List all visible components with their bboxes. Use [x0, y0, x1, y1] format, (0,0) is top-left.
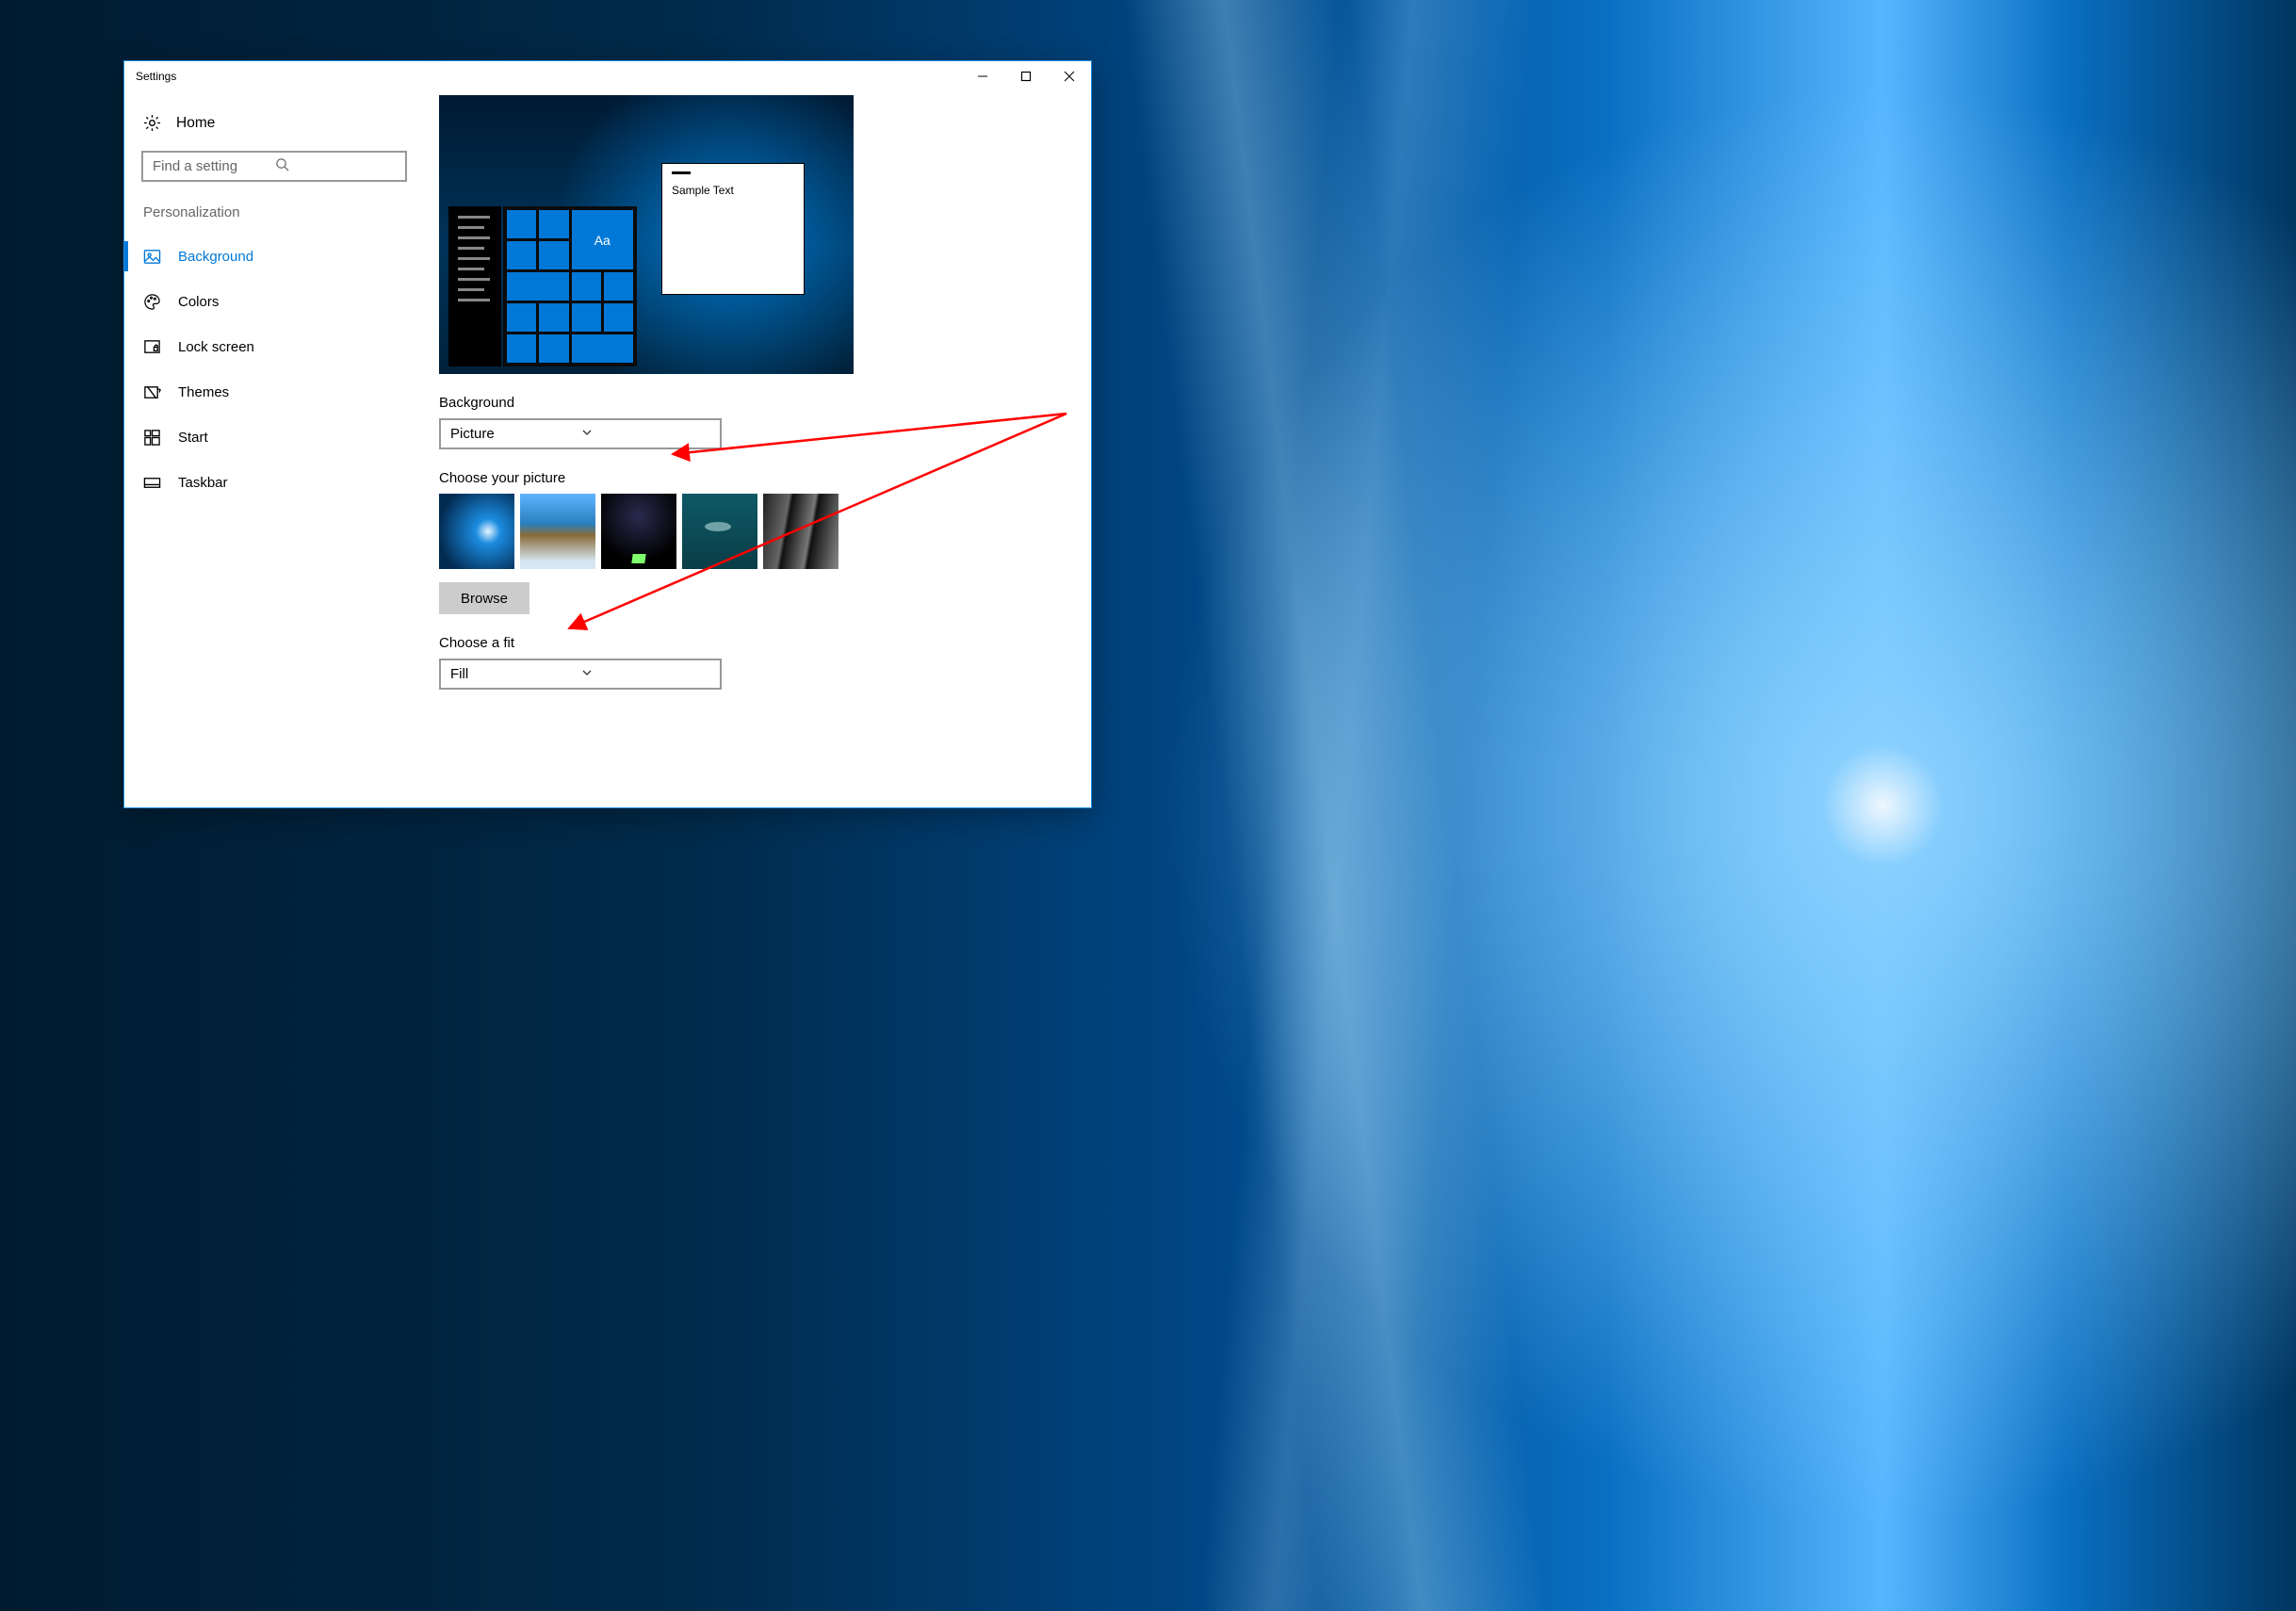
gear-icon [143, 114, 161, 132]
search-icon [275, 157, 398, 175]
search-input[interactable]: Find a setting [141, 151, 407, 182]
background-value: Picture [450, 426, 581, 442]
taskbar-icon [143, 474, 161, 492]
sidebar-item-label: Background [178, 249, 253, 265]
picture-thumb-3[interactable] [601, 494, 676, 569]
minimize-button[interactable] [961, 61, 1004, 91]
fit-dropdown[interactable]: Fill [439, 659, 722, 690]
sidebar-item-label: Start [178, 430, 208, 446]
settings-window: Settings Home [123, 60, 1092, 808]
sidebar-item-label: Colors [178, 294, 219, 310]
home-link[interactable]: Home [124, 105, 435, 141]
picture-thumb-1[interactable] [439, 494, 514, 569]
preview-sample-window: Sample Text [661, 163, 805, 295]
lockframe-icon [143, 338, 161, 356]
preview-sample-text: Sample Text [672, 184, 794, 197]
picture-thumb-5[interactable] [763, 494, 839, 569]
main-content: Aa Sample Text Background Picture [435, 91, 1091, 807]
picture-thumb-4[interactable] [682, 494, 757, 569]
window-controls [961, 61, 1091, 91]
chevron-down-icon [581, 426, 712, 442]
search-placeholder: Find a setting [153, 158, 275, 174]
preview-start-list [448, 206, 501, 366]
sidebar-item-background[interactable]: Background [124, 234, 435, 279]
maximize-button[interactable] [1004, 61, 1048, 91]
sidebar-item-label: Lock screen [178, 339, 254, 355]
sidebar-item-start[interactable]: Start [124, 415, 435, 460]
background-dropdown[interactable]: Picture [439, 418, 722, 449]
picture-icon [143, 248, 161, 266]
picture-thumbnails [439, 494, 1091, 569]
window-title: Settings [136, 70, 961, 83]
close-button[interactable] [1048, 61, 1091, 91]
choose-picture-label: Choose your picture [439, 470, 1091, 486]
section-label: Personalization [124, 182, 435, 228]
browse-button[interactable]: Browse [439, 582, 529, 614]
browse-label: Browse [461, 591, 508, 607]
palette-icon [143, 293, 161, 311]
nav-list: Background Colors Lock screen [124, 228, 435, 505]
picture-thumb-2[interactable] [520, 494, 595, 569]
start-icon [143, 429, 161, 447]
sidebar-item-colors[interactable]: Colors [124, 279, 435, 324]
home-label: Home [176, 115, 215, 132]
themes-icon [143, 383, 161, 401]
fit-label: Choose a fit [439, 635, 1091, 651]
sidebar-item-themes[interactable]: Themes [124, 369, 435, 415]
sidebar-item-taskbar[interactable]: Taskbar [124, 460, 435, 505]
fit-value: Fill [450, 666, 581, 682]
desktop-preview: Aa Sample Text [439, 95, 854, 374]
sidebar-item-label: Taskbar [178, 475, 228, 491]
preview-start-tiles: Aa [503, 206, 637, 366]
sidebar-item-label: Themes [178, 384, 229, 400]
background-label: Background [439, 395, 1091, 411]
sidebar: Home Find a setting Personalization Back… [124, 91, 435, 807]
sidebar-item-lockscreen[interactable]: Lock screen [124, 324, 435, 369]
chevron-down-icon [581, 666, 712, 682]
titlebar: Settings [124, 61, 1091, 91]
preview-tile-aa: Aa [572, 210, 634, 269]
